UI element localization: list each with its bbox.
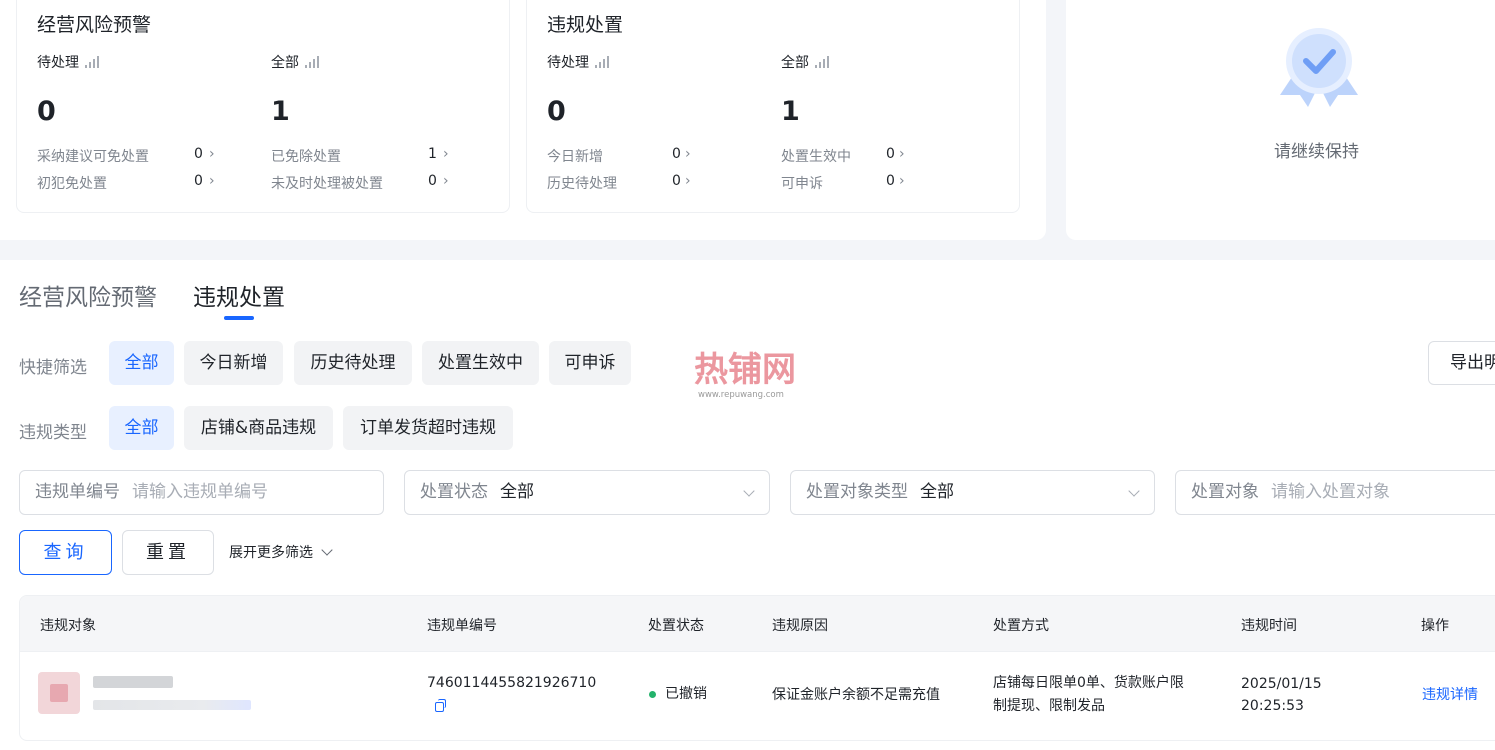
risk-pending-col[interactable]: 待处理 0: [37, 52, 237, 130]
chevron-down-icon: [321, 544, 333, 556]
order-no-field[interactable]: 违规单编号 请输入违规单编号: [19, 470, 384, 515]
quick-chip-history[interactable]: 历史待处理: [294, 341, 412, 385]
violation-all-label: 全部: [781, 55, 809, 71]
svg-text:热铺网: 热铺网: [694, 350, 796, 390]
object-placeholder: 请输入处置对象: [1271, 482, 1390, 502]
time-cell: 20:25:53: [1241, 698, 1304, 714]
stat-link[interactable]: 今日新增 0 ›: [547, 146, 727, 166]
stat-link[interactable]: 初犯免处置 0 ›: [37, 173, 217, 193]
export-button[interactable]: 导出明: [1428, 341, 1495, 385]
tab-violation[interactable]: 违规处置: [193, 278, 285, 312]
object-name-redacted: [93, 676, 173, 688]
type-chip-shipping-timeout[interactable]: 订单发货超时违规: [343, 406, 513, 450]
svg-text:www.repuwang.com: www.repuwang.com: [698, 390, 784, 400]
stat-link[interactable]: 可申诉 0 ›: [781, 173, 961, 193]
type-chip-all[interactable]: 全部: [109, 406, 174, 450]
violation-pending-col[interactable]: 待处理 0: [547, 52, 747, 130]
quick-chip-effective[interactable]: 处置生效中: [422, 341, 539, 385]
order-no-cell: 7460114455821926710: [427, 675, 597, 691]
object-thumbnail: [38, 672, 80, 714]
chevron-right-icon: ›: [443, 146, 449, 162]
col-method: 处置方式: [993, 618, 1049, 634]
stat-link[interactable]: 已免除处置 1 ›: [271, 146, 451, 166]
method-cell-line2: 制提现、限制发品: [993, 698, 1105, 714]
violation-main: 经营风险预警 违规处置 快捷筛选 全部 今日新增 历史待处理 处置生效中 可申诉…: [0, 260, 1495, 750]
chevron-right-icon: ›: [899, 173, 905, 189]
overview-panel: 经营风险预警 待处理 0 全部 1 采纳建议可免处置 0 › 初犯免处置 0 ›…: [0, 0, 1046, 240]
trend-icon: [305, 56, 321, 68]
chevron-right-icon: ›: [209, 173, 215, 189]
risk-all-label: 全部: [271, 55, 299, 71]
overview-section: 经营风险预警 待处理 0 全部 1 采纳建议可免处置 0 › 初犯免处置 0 ›…: [0, 0, 1495, 260]
col-reason: 违规原因: [772, 618, 828, 634]
violation-table: 违规对象 违规单编号 处置状态 违规原因 处置方式 违规时间 操作 746011…: [19, 595, 1495, 741]
stat-link[interactable]: 采纳建议可免处置 0 ›: [37, 146, 217, 166]
active-tab-indicator: [224, 316, 254, 320]
risk-card-title: 经营风险预警: [37, 14, 152, 36]
violation-pending-count: 0: [547, 96, 566, 127]
chevron-right-icon: ›: [209, 146, 215, 162]
type-chip-shop-goods[interactable]: 店铺&商品违规: [184, 406, 333, 450]
chevron-right-icon: ›: [685, 146, 691, 162]
type-filter-label: 违规类型: [19, 423, 87, 443]
quick-chip-all[interactable]: 全部: [109, 341, 174, 385]
trend-icon: [815, 56, 831, 68]
col-status: 处置状态: [648, 618, 704, 634]
trend-icon: [595, 56, 611, 68]
chevron-right-icon: ›: [685, 173, 691, 189]
stat-link[interactable]: 历史待处理 0 ›: [547, 173, 727, 193]
date-cell: 2025/01/15: [1241, 676, 1322, 692]
risk-all-col[interactable]: 全部 1: [271, 52, 471, 130]
quick-chip-today[interactable]: 今日新增: [184, 341, 283, 385]
risk-all-count: 1: [271, 96, 290, 127]
object-type-select[interactable]: 处置对象类型 全部: [790, 470, 1155, 515]
chevron-right-icon: ›: [899, 146, 905, 162]
risk-pending-count: 0: [37, 96, 56, 127]
violation-card: 违规处置 待处理 0 全部 1 今日新增 0 › 历史待处理 0 › 处置生效中…: [526, 0, 1020, 213]
table-header: 违规对象 违规单编号 处置状态 违规原因 处置方式 违规时间 操作: [20, 596, 1495, 652]
reset-button[interactable]: 重置: [122, 530, 214, 575]
risk-pending-label: 待处理: [37, 55, 79, 71]
col-action: 操作: [1421, 618, 1449, 634]
status-select[interactable]: 处置状态 全部: [404, 470, 770, 515]
stat-link[interactable]: 未及时处理被处置 0 ›: [271, 173, 451, 193]
tab-risk-warning[interactable]: 经营风险预警: [19, 278, 157, 312]
chevron-down-icon: [743, 485, 755, 497]
violation-detail-link[interactable]: 违规详情: [1422, 684, 1478, 707]
violation-pending-label: 待处理: [547, 55, 589, 71]
col-order-no: 违规单编号: [427, 618, 497, 634]
violation-all-col[interactable]: 全部 1: [781, 52, 981, 130]
object-field[interactable]: 处置对象 请输入处置对象: [1175, 470, 1495, 515]
violation-card-title: 违规处置: [547, 14, 624, 36]
keep-going-text: 请继续保持: [1274, 142, 1359, 162]
violation-all-count: 1: [781, 96, 800, 127]
expand-filters-toggle[interactable]: 展开更多筛选: [229, 542, 333, 562]
medal-check-icon: [1280, 28, 1358, 107]
watermark-logo: 热铺网 www.repuwang.com: [694, 350, 796, 400]
order-no-placeholder: 请输入违规单编号: [132, 482, 268, 502]
status-cell: 已撤销: [665, 686, 707, 702]
quick-filter-label: 快捷筛选: [19, 358, 87, 378]
query-button[interactable]: 查询: [19, 530, 112, 575]
copy-icon[interactable]: [435, 699, 446, 712]
reason-cell: 保证金账户余额不足需充值: [772, 687, 940, 703]
method-cell-line1: 店铺每日限单0单、货款账户限: [993, 675, 1184, 691]
risk-warning-card: 经营风险预警 待处理 0 全部 1 采纳建议可免处置 0 › 初犯免处置 0 ›…: [16, 0, 510, 213]
object-id-redacted: [93, 700, 251, 710]
trend-icon: [85, 56, 101, 68]
col-object: 违规对象: [40, 618, 96, 634]
col-time: 违规时间: [1241, 618, 1297, 634]
quick-chip-appealable[interactable]: 可申诉: [549, 341, 631, 385]
chevron-right-icon: ›: [443, 173, 449, 189]
chevron-down-icon: [1128, 485, 1140, 497]
status-dot: [649, 691, 656, 698]
stat-link[interactable]: 处置生效中 0 ›: [781, 146, 961, 166]
